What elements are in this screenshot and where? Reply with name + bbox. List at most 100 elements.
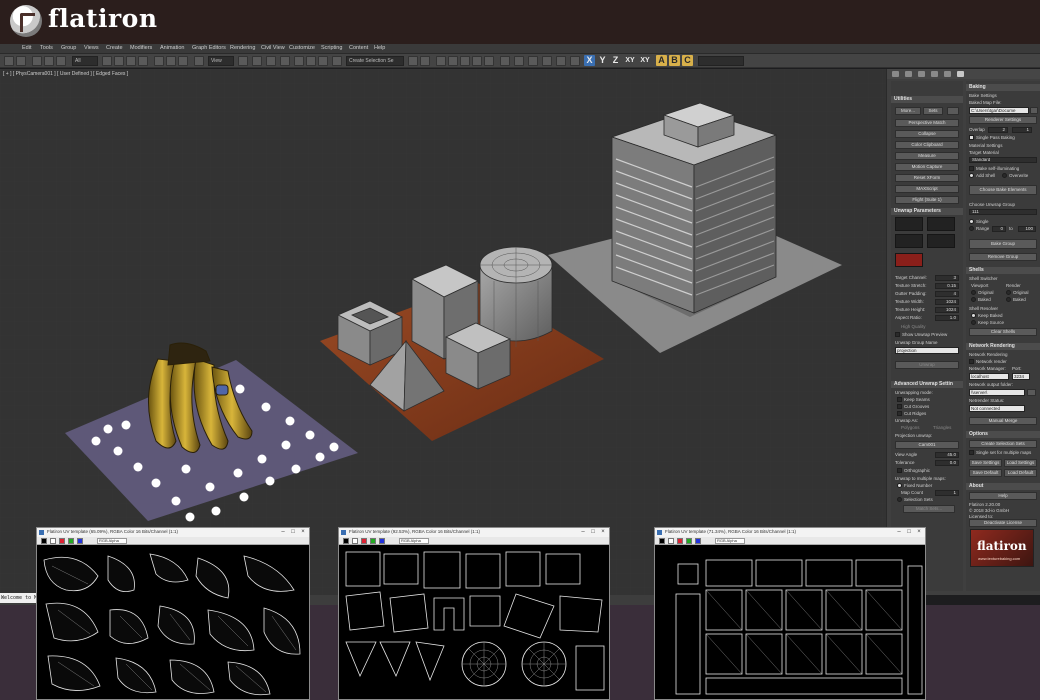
- channel-swatch-red[interactable]: [59, 538, 65, 544]
- collapse-button[interactable]: Collapse: [895, 130, 959, 138]
- viewport-baked-radio[interactable]: [971, 297, 976, 302]
- camera-pick-button[interactable]: Cam001: [895, 441, 959, 449]
- choose-bake-elements-button[interactable]: Choose Bake Elements: [969, 185, 1037, 195]
- rectangular-selection-icon[interactable]: [126, 56, 136, 66]
- advanced-unwrap-header[interactable]: Advanced Unwrap Settin: [891, 381, 963, 388]
- remove-group-button[interactable]: Remove Group: [969, 253, 1037, 261]
- maximize-icon[interactable]: □: [289, 529, 297, 536]
- more-button[interactable]: More...: [895, 107, 921, 115]
- texture-height-spinner[interactable]: 1024: [935, 307, 959, 313]
- target-material-select[interactable]: Standard: [969, 157, 1037, 163]
- macro-b-button[interactable]: B: [669, 55, 680, 66]
- maxscript-button[interactable]: MAXScript: [895, 185, 959, 193]
- utilities-rollout-header[interactable]: Utilities: [891, 96, 963, 103]
- selection-filter-select[interactable]: All: [72, 56, 98, 66]
- polygons-option[interactable]: Polygons: [901, 425, 920, 431]
- aspect-ratio-spinner[interactable]: 1.0: [935, 315, 959, 321]
- keep-baked-radio[interactable]: [971, 313, 976, 318]
- macro-c-button[interactable]: C: [682, 55, 693, 66]
- channel-swatch-white[interactable]: [352, 538, 358, 544]
- render-production-icon[interactable]: [542, 56, 552, 66]
- channel-swatch-black[interactable]: [41, 538, 47, 544]
- material-editor-icon[interactable]: [500, 56, 510, 66]
- reference-coordinate-select[interactable]: View: [208, 56, 234, 66]
- menu-customize[interactable]: Customize: [289, 45, 315, 51]
- bake-group-button[interactable]: Bake Group: [969, 239, 1037, 249]
- perspective-viewport[interactable]: [ + ] [ PhysCamera001 ] [ User Defined ]…: [0, 69, 886, 595]
- keyboard-shortcut-icon[interactable]: [266, 56, 276, 66]
- overlap-spinner-a[interactable]: 2: [988, 127, 1008, 133]
- menu-animation[interactable]: Animation: [160, 45, 184, 51]
- minimize-icon[interactable]: –: [579, 529, 587, 536]
- single-pass-checkbox[interactable]: [969, 135, 974, 140]
- save-settings-button[interactable]: Save Settings: [969, 459, 1002, 467]
- axis-xy-alt-button[interactable]: XY: [638, 55, 652, 66]
- channel-swatch-blue[interactable]: [379, 538, 385, 544]
- keep-seams-checkbox[interactable]: [897, 397, 902, 402]
- menu-create[interactable]: Create: [106, 45, 123, 51]
- network-render-checkbox[interactable]: [969, 359, 974, 364]
- undo-icon[interactable]: [4, 56, 14, 66]
- range-radio[interactable]: [969, 226, 974, 231]
- rendered-frame-window-icon[interactable]: [528, 56, 538, 66]
- measure-button[interactable]: Measure: [895, 152, 959, 160]
- select-manipulate-icon[interactable]: [252, 56, 262, 66]
- gutter-padding-spinner[interactable]: 4: [935, 291, 959, 297]
- minimize-icon[interactable]: –: [279, 529, 287, 536]
- baked-map-file-input[interactable]: C:\Users\tgar\Docume: [969, 107, 1029, 114]
- sets-button[interactable]: Sets: [923, 107, 943, 115]
- channel-swatch-green[interactable]: [370, 538, 376, 544]
- axis-y-button[interactable]: Y: [597, 55, 608, 66]
- select-by-name-icon[interactable]: [114, 56, 124, 66]
- unlink-icon[interactable]: [44, 56, 54, 66]
- pivot-center-icon[interactable]: [238, 56, 248, 66]
- overwrite-radio[interactable]: [1002, 173, 1007, 178]
- preset-thumbnail-4[interactable]: [927, 234, 955, 248]
- selection-sets-radio[interactable]: [897, 497, 902, 502]
- options-rollout-header[interactable]: Options: [966, 431, 1040, 438]
- maximize-icon[interactable]: □: [589, 529, 597, 536]
- menu-help[interactable]: Help: [374, 45, 385, 51]
- unwrap-group-name-input[interactable]: projection: [895, 347, 959, 354]
- range-from-spinner[interactable]: 0: [992, 226, 1006, 232]
- render-iterative-icon[interactable]: [556, 56, 566, 66]
- help-button[interactable]: Help: [969, 492, 1037, 500]
- channel-select[interactable]: RGB Alpha: [715, 538, 745, 544]
- viewport-original-radio[interactable]: [971, 290, 976, 295]
- add-shell-radio[interactable]: [969, 173, 974, 178]
- uv-window-titlebar[interactable]: Flatiron UV template (71.34%), RGBA Colo…: [655, 528, 925, 537]
- menu-civil-view[interactable]: Civil View: [261, 45, 285, 51]
- network-manager-input[interactable]: localhost: [969, 373, 1009, 380]
- preset-thumbnail-5[interactable]: [895, 253, 923, 267]
- percent-snap-icon[interactable]: [306, 56, 316, 66]
- move-icon[interactable]: [154, 56, 164, 66]
- hierarchy-tab-icon[interactable]: [918, 71, 925, 77]
- single-radio[interactable]: [969, 219, 974, 224]
- load-default-button[interactable]: Load Default: [1004, 469, 1037, 477]
- view-angle-spinner[interactable]: 45.0: [935, 452, 959, 458]
- axis-xy-button[interactable]: XY: [623, 55, 637, 66]
- show-preview-checkbox[interactable]: [895, 332, 900, 337]
- about-rollout-header[interactable]: About: [966, 483, 1040, 490]
- layer-explorer-icon[interactable]: [448, 56, 458, 66]
- reset-xform-button[interactable]: Reset XForm: [895, 174, 959, 182]
- menu-rendering[interactable]: Rendering: [230, 45, 255, 51]
- axis-z-button[interactable]: Z: [610, 55, 621, 66]
- channel-swatch-red[interactable]: [677, 538, 683, 544]
- keep-source-radio[interactable]: [971, 320, 976, 325]
- map-count-spinner[interactable]: 1: [935, 490, 959, 496]
- mirror-icon[interactable]: [408, 56, 418, 66]
- menu-views[interactable]: Views: [84, 45, 99, 51]
- channel-select[interactable]: RGB Alpha: [97, 538, 127, 544]
- motion-capture-button[interactable]: Motion Capture: [895, 163, 959, 171]
- cut-grooves-checkbox[interactable]: [897, 404, 902, 409]
- curve-editor-icon[interactable]: [472, 56, 482, 66]
- unwrap-button[interactable]: Unwrap: [895, 361, 959, 369]
- manual-merge-button[interactable]: Manual Merge: [969, 417, 1037, 425]
- render-baked-radio[interactable]: [1006, 297, 1011, 302]
- render-setup-icon[interactable]: [514, 56, 524, 66]
- modify-tab-icon[interactable]: [905, 71, 912, 77]
- uv-template-window-primitives[interactable]: Flatiron UV template (92.53%), RGBA Colo…: [338, 527, 610, 700]
- motion-tab-icon[interactable]: [931, 71, 938, 77]
- edit-named-sets-icon[interactable]: [332, 56, 342, 66]
